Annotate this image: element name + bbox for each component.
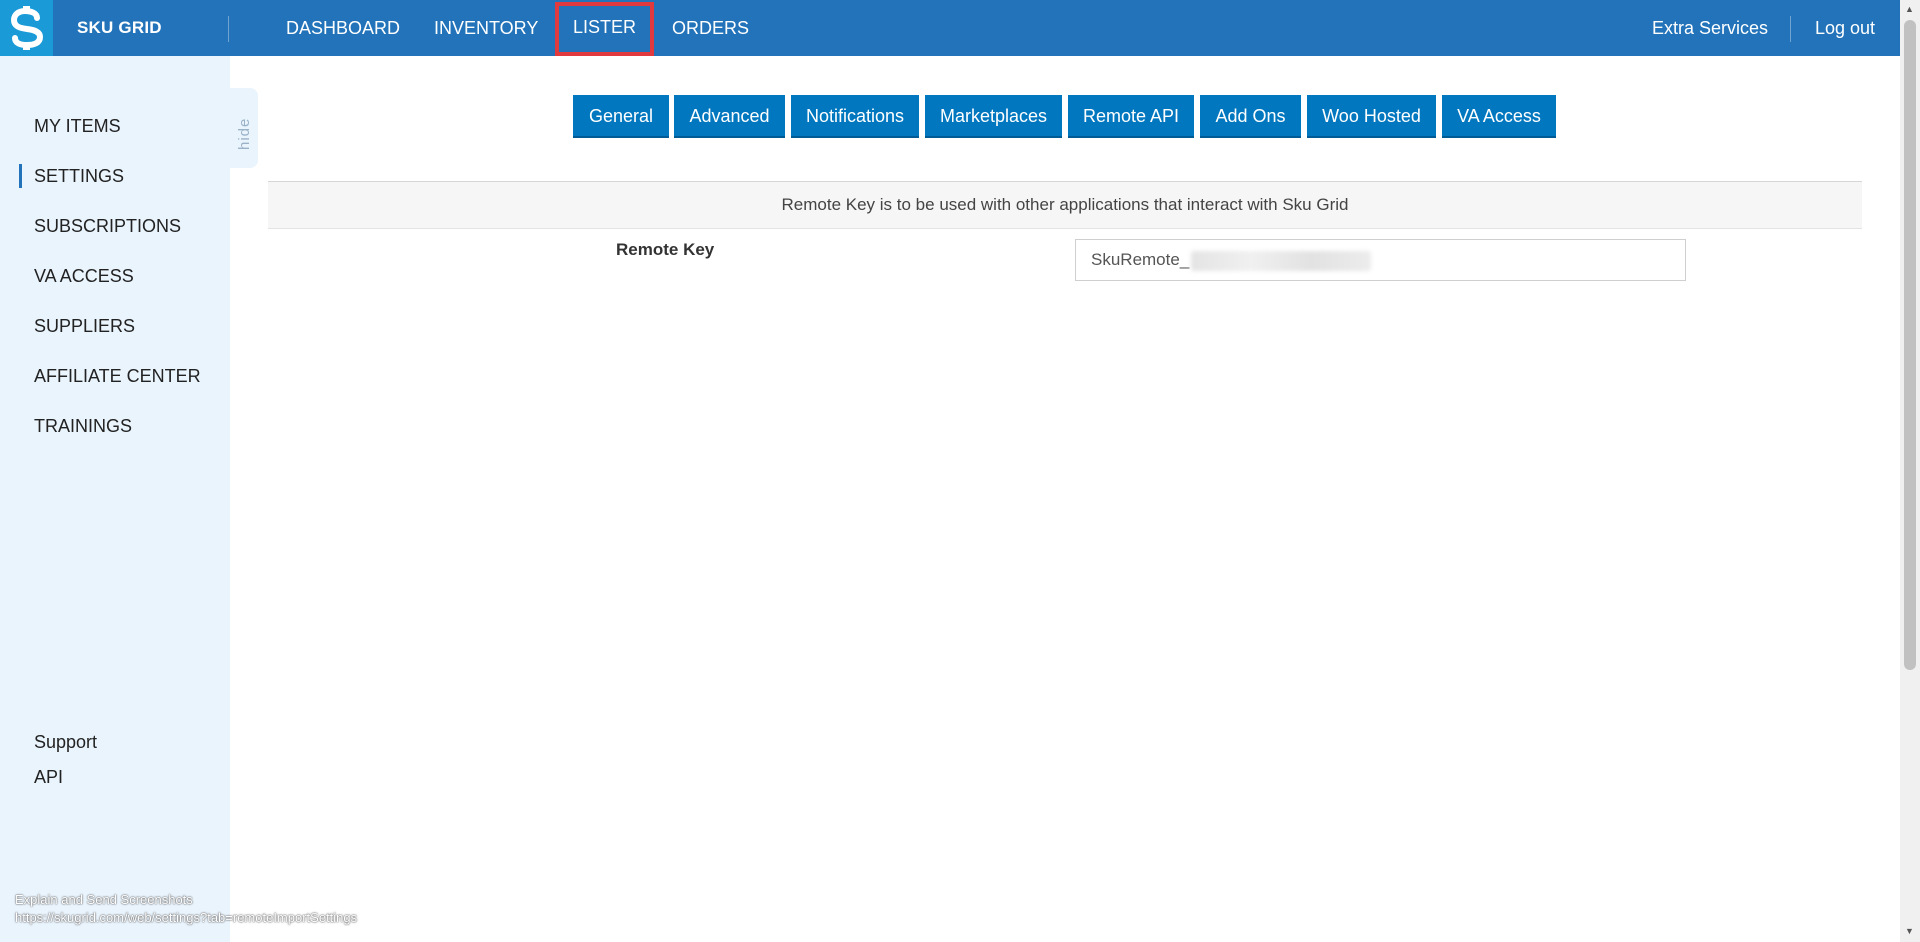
sidebar-item-subscriptions[interactable]: SUBSCRIPTIONS	[34, 216, 181, 237]
remote-key-field[interactable]: SkuRemote_	[1075, 239, 1686, 281]
remote-key-label: Remote Key	[616, 240, 715, 259]
logout-link[interactable]: Log out	[1815, 0, 1875, 56]
nav-orders[interactable]: ORDERS	[672, 0, 749, 56]
explain-screenshots-text: Explain and Send Screenshots	[15, 892, 193, 907]
scroll-down-arrow-icon[interactable]: ▼	[1905, 926, 1914, 936]
tab-notifications[interactable]: Notifications	[791, 95, 919, 138]
sidebar-item-suppliers[interactable]: SUPPLIERS	[34, 316, 135, 337]
hide-label: hide	[236, 117, 253, 150]
sidebar-item-trainings[interactable]: TRAININGS	[34, 416, 132, 437]
sidebar-hide-toggle[interactable]: hide	[230, 88, 258, 168]
logo[interactable]	[0, 0, 53, 56]
nav-divider	[228, 16, 229, 42]
sidebar-item-va-access[interactable]: VA ACCESS	[34, 266, 134, 287]
dollar-logo-icon	[10, 6, 43, 50]
nav-extra-services[interactable]: Extra Services	[1652, 0, 1768, 56]
scroll-thumb[interactable]	[1904, 20, 1916, 670]
nav-divider-right	[1790, 16, 1791, 42]
sidebar-link-support[interactable]: Support	[34, 732, 97, 753]
remote-key-value: SkuRemote_	[1091, 250, 1190, 269]
tab-general[interactable]: General	[573, 95, 669, 138]
sidebar-link-api[interactable]: API	[34, 767, 63, 788]
tab-remote-api[interactable]: Remote API	[1068, 95, 1194, 138]
remote-key-info: Remote Key is to be used with other appl…	[268, 181, 1862, 229]
page-scrollbar[interactable]: ▲ ▼	[1900, 0, 1920, 942]
tab-marketplaces[interactable]: Marketplaces	[925, 95, 1062, 138]
scroll-up-arrow-icon[interactable]: ▲	[1905, 4, 1914, 14]
status-url-text: https://skugrid.com/web/settings?tab=rem…	[15, 910, 358, 925]
nav-lister[interactable]: LISTER	[555, 2, 655, 56]
nav-inventory[interactable]: INVENTORY	[434, 0, 538, 56]
tab-woo-hosted[interactable]: Woo Hosted	[1307, 95, 1436, 138]
sidebar	[0, 56, 230, 942]
tab-add-ons[interactable]: Add Ons	[1200, 95, 1301, 138]
sidebar-active-indicator	[19, 164, 22, 188]
tab-advanced[interactable]: Advanced	[674, 95, 785, 138]
sidebar-item-my-items[interactable]: MY ITEMS	[34, 116, 121, 137]
brand-name[interactable]: SKU GRID	[77, 0, 162, 56]
nav-dashboard[interactable]: DASHBOARD	[286, 0, 400, 56]
top-navbar: SKU GRID DASHBOARD INVENTORY LISTER ORDE…	[0, 0, 1900, 56]
sidebar-item-settings[interactable]: SETTINGS	[34, 166, 124, 187]
sidebar-item-affiliate-center[interactable]: AFFILIATE CENTER	[34, 366, 201, 387]
redacted-key-blur	[1191, 250, 1372, 271]
tab-va-access[interactable]: VA Access	[1442, 95, 1556, 138]
